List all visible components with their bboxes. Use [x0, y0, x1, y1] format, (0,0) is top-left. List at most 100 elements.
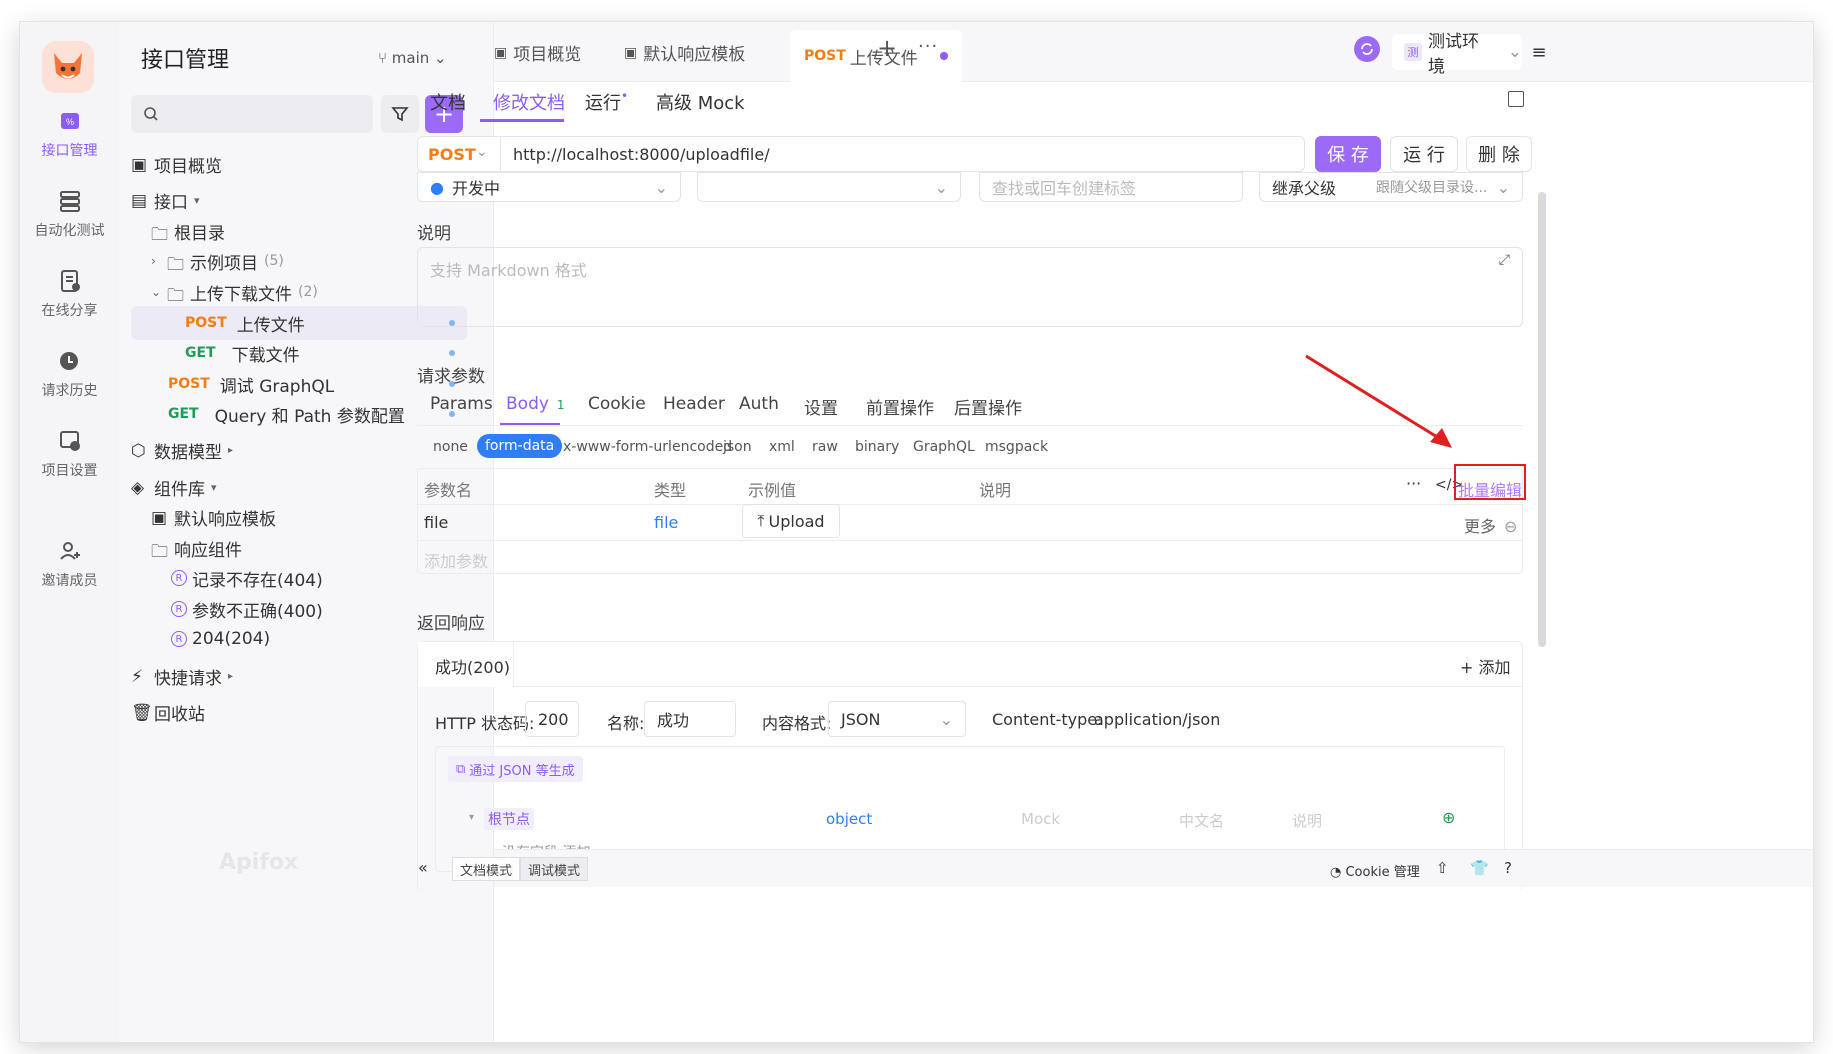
plus-icon: + — [877, 34, 898, 62]
branch-selector[interactable]: ⑂ main ⌄ — [378, 49, 447, 67]
api-folder-icon: ▤ — [131, 191, 148, 211]
help-icon[interactable]: ? — [1504, 859, 1512, 877]
collapse-sidebar-icon[interactable]: « — [418, 858, 428, 877]
tab-header[interactable]: Header — [663, 394, 725, 414]
inherit-label: 继承父级 — [1272, 179, 1337, 198]
mock-column[interactable]: Mock — [1021, 810, 1060, 828]
scrollbar[interactable] — [1538, 192, 1546, 647]
owner-select[interactable]: ⌄ — [697, 172, 961, 202]
root-type[interactable]: object — [826, 810, 872, 828]
body-type-xml[interactable]: xml — [769, 439, 795, 455]
api-icon: % — [60, 113, 79, 129]
delete-button[interactable]: 删 除 — [1466, 136, 1532, 172]
col-header-desc: 说明 — [979, 481, 1012, 500]
rail-item-api[interactable]: % 接口管理 — [20, 108, 119, 160]
body-type-raw[interactable]: raw — [812, 439, 838, 455]
response-tab-success[interactable]: 成功(200) — [435, 654, 510, 678]
layout-toggle-icon[interactable] — [1508, 91, 1524, 107]
environment-selector[interactable]: 测 测试环境 ⌄ — [1392, 32, 1522, 77]
subtab-run[interactable]: 运行• — [585, 89, 628, 115]
body-type-none[interactable]: none — [433, 439, 468, 455]
cookie-manager-button[interactable]: ◔ Cookie 管理 — [1330, 861, 1420, 880]
generate-from-json-button[interactable]: ⧉ 通过 JSON 等生成 — [448, 756, 583, 782]
response-name-input[interactable]: 成功 — [644, 701, 736, 737]
more-tabs-button[interactable]: ··· — [918, 36, 938, 57]
run-button[interactable]: 运 行 — [1390, 136, 1458, 172]
rail-item-invite[interactable]: 邀请成员 — [20, 538, 119, 590]
history-icon — [59, 352, 78, 370]
fox-logo[interactable] — [42, 41, 94, 93]
caret-down-icon[interactable]: ▾ — [469, 812, 474, 823]
chevron-down-icon: ⌄ — [654, 177, 668, 197]
tab-body[interactable]: Body 1 — [506, 394, 565, 414]
filter-button[interactable] — [381, 95, 419, 133]
rail-item-share[interactable]: 在线分享 — [20, 268, 119, 320]
subtab-doc[interactable]: 文档 — [430, 89, 466, 115]
status-dot: ● — [430, 177, 444, 197]
tab-auth[interactable]: Auth — [739, 394, 779, 414]
new-tab-button[interactable]: + — [877, 34, 897, 62]
tab-default-tpl[interactable]: ▣ 默认响应模板 — [624, 40, 745, 66]
subtab-mock[interactable]: 高级 Mock — [656, 89, 745, 115]
body-type-binary[interactable]: binary — [855, 439, 899, 455]
subtab-edit-doc[interactable]: 修改文档 — [493, 89, 565, 115]
debug-mode-button[interactable]: 调试模式 — [520, 857, 589, 881]
root-node-label[interactable]: 根节点 — [484, 808, 534, 830]
method-badge: POST — [804, 48, 846, 64]
rail-label-history: 请求历史 — [41, 383, 98, 399]
sync-button[interactable] — [1354, 36, 1380, 62]
tab-post-ops[interactable]: 后置操作 — [954, 394, 1022, 419]
upload-icon[interactable]: ⇧ — [1436, 859, 1449, 877]
tree-item-data-model[interactable]: ⬡ 数据模型 ▸ — [131, 433, 467, 467]
active-tab-indicator — [480, 119, 564, 122]
invite-icon — [59, 542, 80, 560]
tab-params[interactable]: Params — [430, 394, 493, 414]
cn-name-column[interactable]: 中文名 — [1179, 810, 1224, 831]
chevron-down-icon: ⌄ — [429, 49, 447, 67]
rail-item-automation[interactable]: 自动化测试 — [20, 188, 119, 240]
template-icon: ▣ — [624, 44, 638, 61]
divider — [418, 504, 1522, 505]
status-select[interactable]: ● 开发中 ⌄ — [417, 172, 681, 202]
rail-item-settings[interactable]: 项目设置 — [20, 428, 119, 480]
body-type-msgpack[interactable]: msgpack — [985, 439, 1048, 455]
add-param-input[interactable]: 添加参数 — [424, 548, 488, 572]
param-type[interactable]: file — [654, 513, 678, 532]
content-format-value: JSON — [841, 709, 881, 729]
content-format-select[interactable]: JSON ⌄ — [828, 701, 966, 737]
status-dot — [449, 350, 455, 356]
more-options-icon[interactable]: ··· — [1406, 474, 1421, 493]
body-type-graphql[interactable]: GraphQL — [913, 439, 975, 455]
tab-overview[interactable]: ▣ 项目概览 — [494, 40, 581, 66]
col-header-example: 示例值 — [748, 481, 797, 500]
tree-label: 快捷请求 — [154, 668, 222, 689]
description-label: 说明 — [417, 224, 451, 244]
tab-cookie[interactable]: Cookie — [588, 394, 646, 414]
expand-icon[interactable]: ⤢ — [1499, 252, 1510, 268]
tab-settings[interactable]: 设置 — [804, 394, 838, 419]
search-input[interactable] — [131, 95, 373, 133]
doc-mode-button[interactable]: 文档模式 — [452, 857, 521, 881]
shirt-icon[interactable]: 👕 — [1470, 859, 1489, 877]
add-response-button[interactable]: + 添加 — [1460, 654, 1511, 678]
save-button[interactable]: 保 存 — [1315, 136, 1381, 172]
description-editor[interactable]: 支持 Markdown 格式 ⤢ — [417, 247, 1523, 327]
menu-button[interactable]: ≡ — [1524, 34, 1554, 70]
body-count: 1 — [556, 398, 565, 412]
more-button[interactable]: 更多 ⊖ — [1464, 513, 1517, 537]
param-name[interactable]: file — [424, 513, 448, 532]
http-status-input[interactable]: 200 — [525, 701, 579, 737]
url-input[interactable]: http://localhost:8000/uploadfile/ — [513, 145, 770, 164]
upload-button[interactable]: ⤒ Upload — [742, 504, 840, 538]
desc-column[interactable]: 说明 — [1292, 810, 1322, 831]
add-field-icon[interactable]: ⊕ — [1442, 808, 1455, 827]
rail-item-history[interactable]: 请求历史 — [20, 348, 119, 400]
body-type-urlencoded[interactable]: x-www-form-urlencoded — [563, 439, 732, 455]
tag-input[interactable]: 查找或回车创建标签 — [979, 172, 1243, 202]
chevron-down-icon: ⌄ — [1496, 177, 1510, 197]
body-type-json[interactable]: json — [723, 439, 752, 455]
inherit-select[interactable]: 继承父级 跟随父级目录设... ⌄ — [1259, 172, 1523, 202]
tab-pre-ops[interactable]: 前置操作 — [866, 394, 934, 419]
method-select[interactable]: POST — [428, 145, 476, 164]
body-type-form-data[interactable]: form-data — [477, 434, 563, 458]
